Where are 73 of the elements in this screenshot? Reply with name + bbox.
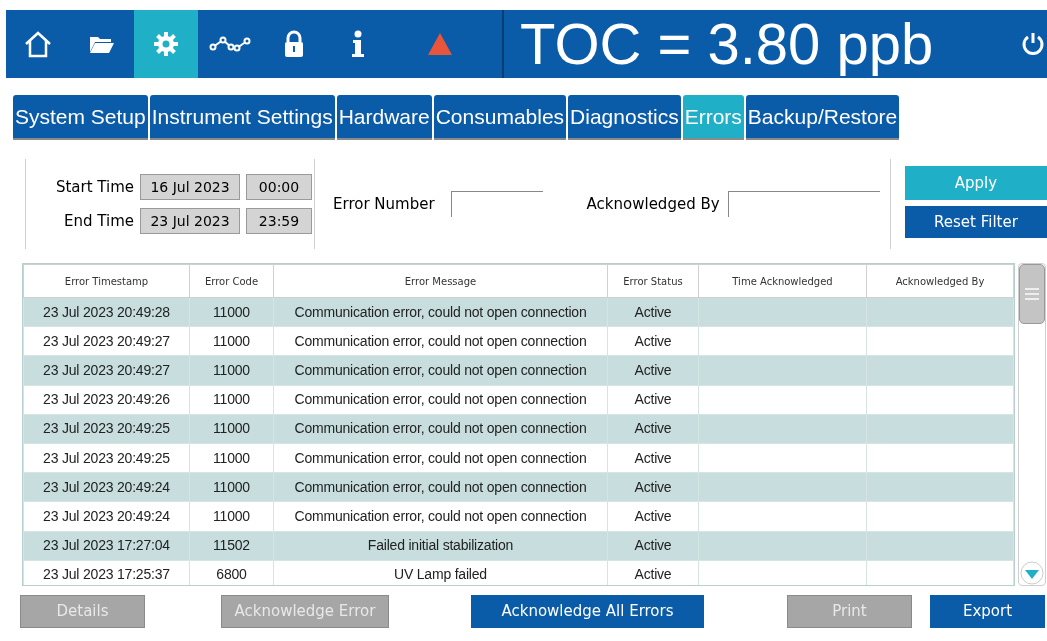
table-cell: Communication error, could not open connection xyxy=(273,297,608,327)
table-cell: Active xyxy=(607,326,699,356)
tab[interactable]: Instrument Settings xyxy=(149,95,335,140)
column-header: Time Acknowledged xyxy=(698,264,867,298)
table-cell: 11000 xyxy=(189,385,274,415)
table-cell: 23 Jul 2023 20:49:26 xyxy=(23,385,190,415)
table-cell: Active xyxy=(607,355,699,386)
table-cell: 23 Jul 2023 20:49:25 xyxy=(23,443,190,473)
column-header: Error Timestamp xyxy=(23,264,190,298)
export-button[interactable]: Export xyxy=(930,595,1045,628)
table-cell: Communication error, could not open connection xyxy=(273,501,608,531)
table-cell: 23 Jul 2023 20:49:27 xyxy=(23,355,190,386)
column-header: Error Code xyxy=(189,264,274,298)
end-time-button[interactable]: 23:59 xyxy=(246,208,312,234)
start-time-label: Start Time xyxy=(54,176,134,198)
table-cell: Active xyxy=(607,414,699,444)
table-cell: Active xyxy=(607,501,699,531)
start-date-button[interactable]: 16 Jul 2023 xyxy=(140,174,240,200)
acknowledged-by-label: Acknowledged By xyxy=(586,193,720,215)
table-cell: Active xyxy=(607,297,699,327)
tab[interactable]: Hardware xyxy=(336,95,432,140)
warning-triangle-icon xyxy=(427,32,453,56)
table-cell: 11000 xyxy=(189,501,274,531)
table-cell: 23 Jul 2023 20:49:27 xyxy=(23,326,190,356)
column-header: Acknowledged By xyxy=(866,264,1014,298)
acknowledged-by-field[interactable] xyxy=(727,191,880,217)
table-cell: 23 Jul 2023 17:27:04 xyxy=(23,531,190,561)
table-cell: 11502 xyxy=(189,531,274,561)
table-cell: Communication error, could not open connection xyxy=(273,326,608,356)
table-cell: Communication error, could not open connection xyxy=(273,443,608,473)
table-cell: 11000 xyxy=(189,472,274,502)
table-cell: 11000 xyxy=(189,326,274,356)
error-number-label: Error Number xyxy=(333,193,435,215)
column-header: Error Status xyxy=(607,264,699,298)
table-cell: Failed initial stabilization xyxy=(273,531,608,561)
reset-filter-button[interactable]: Reset Filter xyxy=(905,206,1047,238)
acknowledge-all-errors-button[interactable]: Acknowledge All Errors xyxy=(471,595,704,628)
end-date-button[interactable]: 23 Jul 2023 xyxy=(140,208,240,234)
table-cell: 11000 xyxy=(189,297,274,327)
power-icon[interactable] xyxy=(1021,31,1045,57)
table-cell: 23 Jul 2023 20:49:25 xyxy=(23,414,190,444)
tab[interactable]: Backup/Restore xyxy=(745,95,900,140)
table-cell: 23 Jul 2023 20:49:24 xyxy=(23,472,190,502)
table-cell: Active xyxy=(607,531,699,561)
table-cell: Active xyxy=(607,385,699,415)
table-cell: 23 Jul 2023 20:49:24 xyxy=(23,501,190,531)
table-cell: Communication error, could not open connection xyxy=(273,472,608,502)
home-icon xyxy=(23,30,53,58)
table-cell: Communication error, could not open connection xyxy=(273,414,608,444)
error-number-field[interactable] xyxy=(450,191,543,217)
folder-icon xyxy=(89,34,115,54)
info-icon xyxy=(351,30,365,58)
scroll-thumb[interactable] xyxy=(1019,264,1045,324)
table-cell: 11000 xyxy=(189,443,274,473)
start-time-button[interactable]: 00:00 xyxy=(246,174,312,200)
table-cell: Active xyxy=(607,472,699,502)
tab[interactable]: System Setup xyxy=(13,95,148,140)
settings-icon xyxy=(153,31,179,57)
table-cell: Active xyxy=(607,443,699,473)
table-cell: 23 Jul 2023 17:25:37 xyxy=(23,560,190,585)
table-cell: Communication error, could not open connection xyxy=(273,355,608,386)
scroll-down-icon[interactable] xyxy=(1019,561,1045,585)
table-cell: 11000 xyxy=(189,355,274,386)
tab[interactable]: Diagnostics xyxy=(568,95,681,140)
lock-icon xyxy=(283,30,305,58)
end-time-label: End Time xyxy=(63,210,134,232)
table-cell: 11000 xyxy=(189,414,274,444)
column-header: Error Message xyxy=(273,264,608,298)
table-cell: 23 Jul 2023 20:49:28 xyxy=(23,297,190,327)
scrollbar[interactable] xyxy=(1018,263,1046,586)
table-cell: Communication error, could not open connection xyxy=(273,385,608,415)
trend-line-icon xyxy=(209,36,251,52)
tab[interactable]: Consumables xyxy=(433,95,567,140)
